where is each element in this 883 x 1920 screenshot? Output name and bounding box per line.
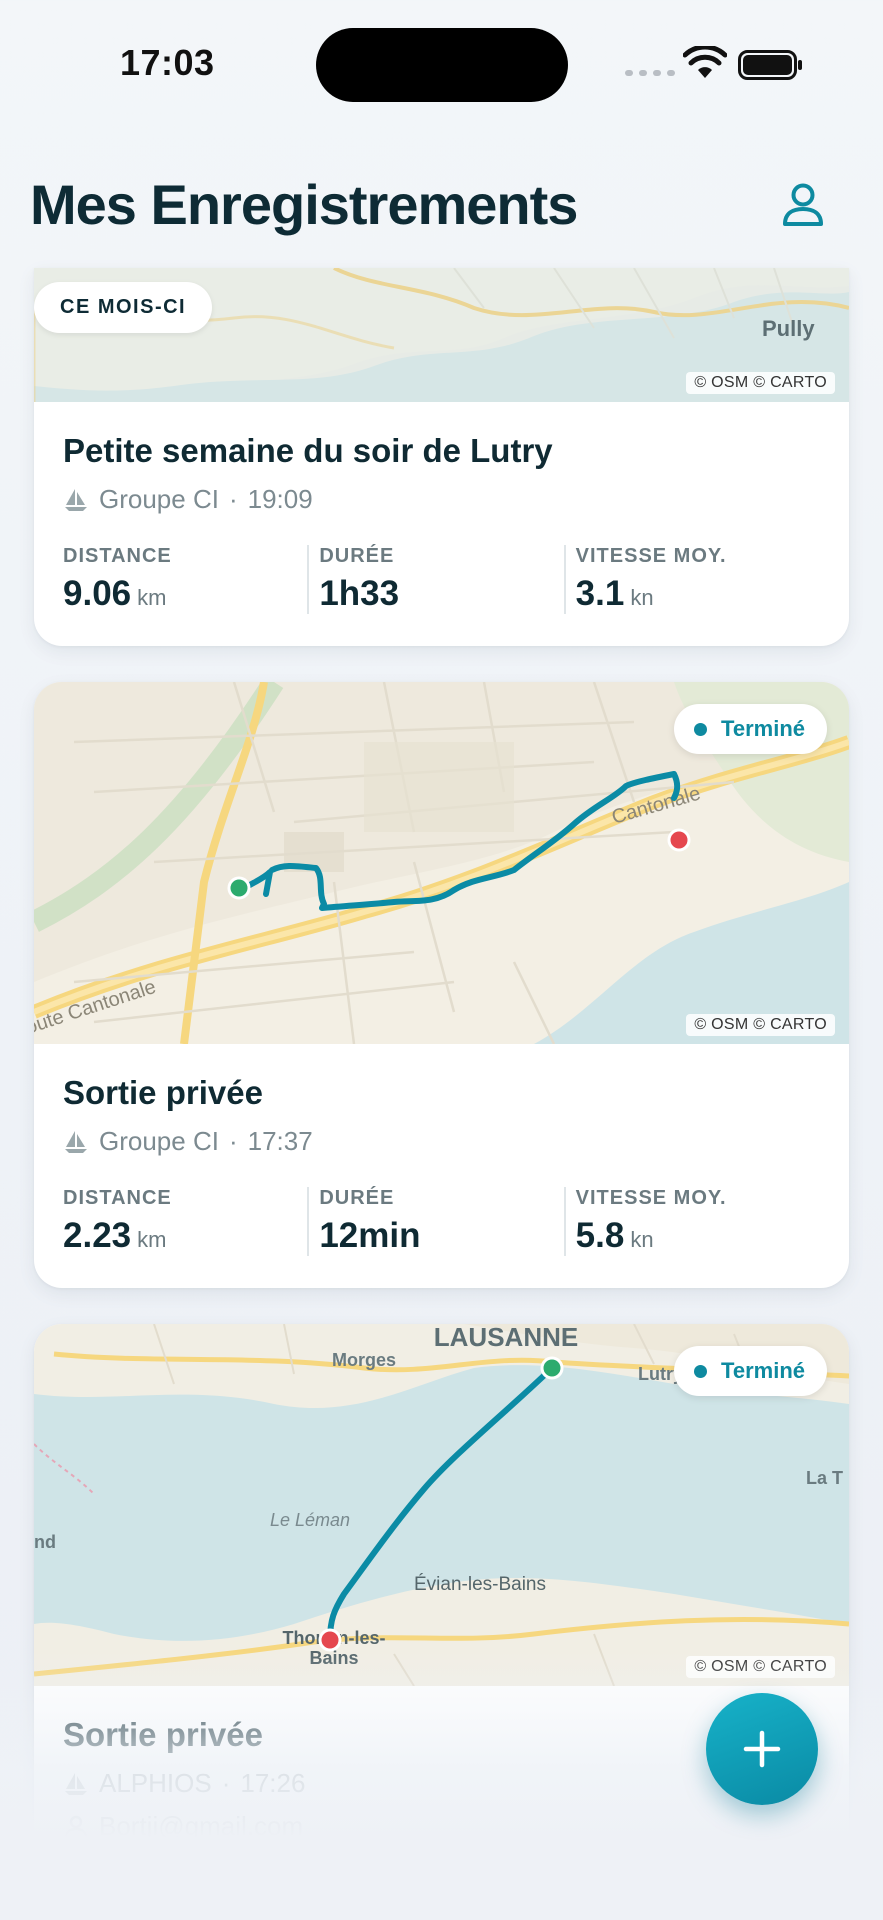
map-label: Bains [309,1648,358,1668]
meta-separator: · [221,1768,231,1798]
recording-title: Petite semaine du soir de Lutry [63,432,553,469]
recording-card[interactable]: LAUSANNE Morges Lutry La T Le Léman nd É… [34,1324,849,1920]
status-dot [694,722,708,736]
stat-label: DURÉE [319,545,395,567]
map-attribution: © OSM © CARTO [686,372,835,394]
sailboat-icon [65,488,87,511]
end-marker [667,828,691,852]
map-preview: oute Cantonale Cantonale Terminé © OSM ©… [34,682,849,1044]
map-preview: LAUSANNE Morges Lutry La T Le Léman nd É… [34,1324,849,1686]
stat-value: 12min [319,1216,563,1256]
stat-unit: km [137,585,167,610]
person-icon [783,183,823,226]
recording-stats: DISTANCE 9.06 km DURÉE 1h33 VITESSE MOY. … [63,545,820,614]
recording-meta: ALPHIOS · 17:26 [63,1768,820,1799]
wifi-icon [683,46,727,78]
stat-distance: DISTANCE 9.06 km [63,545,307,614]
status-label: Terminé [721,1358,805,1383]
stat-number: 5.8 [575,1216,625,1255]
stat-number: 9.06 [63,574,132,613]
stat-unit: kn [630,1227,654,1252]
recording-group: Groupe CI [99,484,219,514]
status-bar: 17:03 [0,0,883,130]
sailboat-icon [65,1130,87,1153]
profile-button[interactable] [776,178,830,232]
stat-duration: DURÉE 1h33 [307,545,563,614]
recording-meta: Groupe CI · 19:09 [63,484,820,515]
stat-number: 1h33 [319,574,400,613]
meta-separator: · [228,1126,238,1156]
status-dot [694,1364,708,1378]
status-badge: Terminé [674,704,827,754]
recording-card[interactable]: oute Cantonale Cantonale Terminé © OSM ©… [34,682,849,1288]
recording-meta: Groupe CI · 17:37 [63,1126,820,1157]
stat-value: 3.1 kn [576,574,820,614]
map-label: Pully [762,316,815,341]
start-marker [227,876,251,900]
cellular-signal-icon [625,70,675,76]
map-label: Le Léman [270,1510,350,1530]
stat-value: 5.8 kn [576,1216,820,1256]
recording-time: 17:26 [240,1768,306,1798]
sailboat-icon [65,1772,87,1795]
recording-owner: Bortji@gmail.com [63,1811,820,1842]
stat-number: 2.23 [63,1216,132,1255]
status-badge: Terminé [674,1346,827,1396]
stat-number: 3.1 [575,574,625,613]
map-label: La T [806,1468,843,1488]
stat-value: 2.23 km [63,1216,307,1256]
stat-speed: VITESSE MOY. 3.1 kn [563,545,820,614]
stat-number: 12min [319,1216,421,1255]
recording-time: 17:37 [247,1126,313,1156]
recording-group: Groupe CI [99,1126,219,1156]
recording-title: Sortie privée [63,1074,263,1111]
map-label: Évian-les-Bains [414,1574,546,1595]
stat-label: DISTANCE [63,545,172,567]
owner-email: Bortji@gmail.com [99,1811,304,1841]
period-badge: CE MOIS-CI [34,282,213,333]
recording-card[interactable]: Pully CE MOIS-CI © OSM © CARTO Petite se… [34,268,849,646]
meta-separator: · [228,484,238,514]
status-label: Terminé [721,716,805,741]
stat-label: DURÉE [319,1187,395,1209]
person-icon [64,1815,88,1838]
stat-unit: kn [630,585,654,610]
stat-distance: DISTANCE 2.23 km [63,1187,307,1256]
map-preview: Pully CE MOIS-CI © OSM © CARTO [34,268,849,402]
stat-value: 1h33 [319,574,563,614]
dynamic-island [316,28,568,102]
stat-duration: DURÉE 12min [307,1187,563,1256]
plus-icon [743,1730,781,1768]
end-marker [318,1628,342,1652]
stat-speed: VITESSE MOY. 5.8 kn [563,1187,820,1256]
map-label: Morges [332,1350,396,1370]
page-title: Mes Enregistrements [30,173,578,236]
status-time: 17:03 [120,42,215,83]
stat-unit: km [137,1227,167,1252]
stat-label: VITESSE MOY. [575,545,727,567]
map-attribution: © OSM © CARTO [686,1014,835,1036]
map-label: nd [34,1532,56,1552]
add-recording-button[interactable] [706,1693,818,1805]
start-marker [540,1356,564,1380]
recording-time: 19:09 [247,484,313,514]
map-label: LAUSANNE [434,1324,578,1352]
map-attribution: © OSM © CARTO [686,1656,835,1678]
stat-label: DISTANCE [63,1187,172,1209]
stat-label: VITESSE MOY. [575,1187,727,1209]
recording-stats: DISTANCE 2.23 km DURÉE 12min VITESSE MOY.… [63,1187,820,1256]
stat-value: 9.06 km [63,574,307,614]
battery-icon [738,50,802,80]
recording-group: ALPHIOS [99,1768,212,1798]
